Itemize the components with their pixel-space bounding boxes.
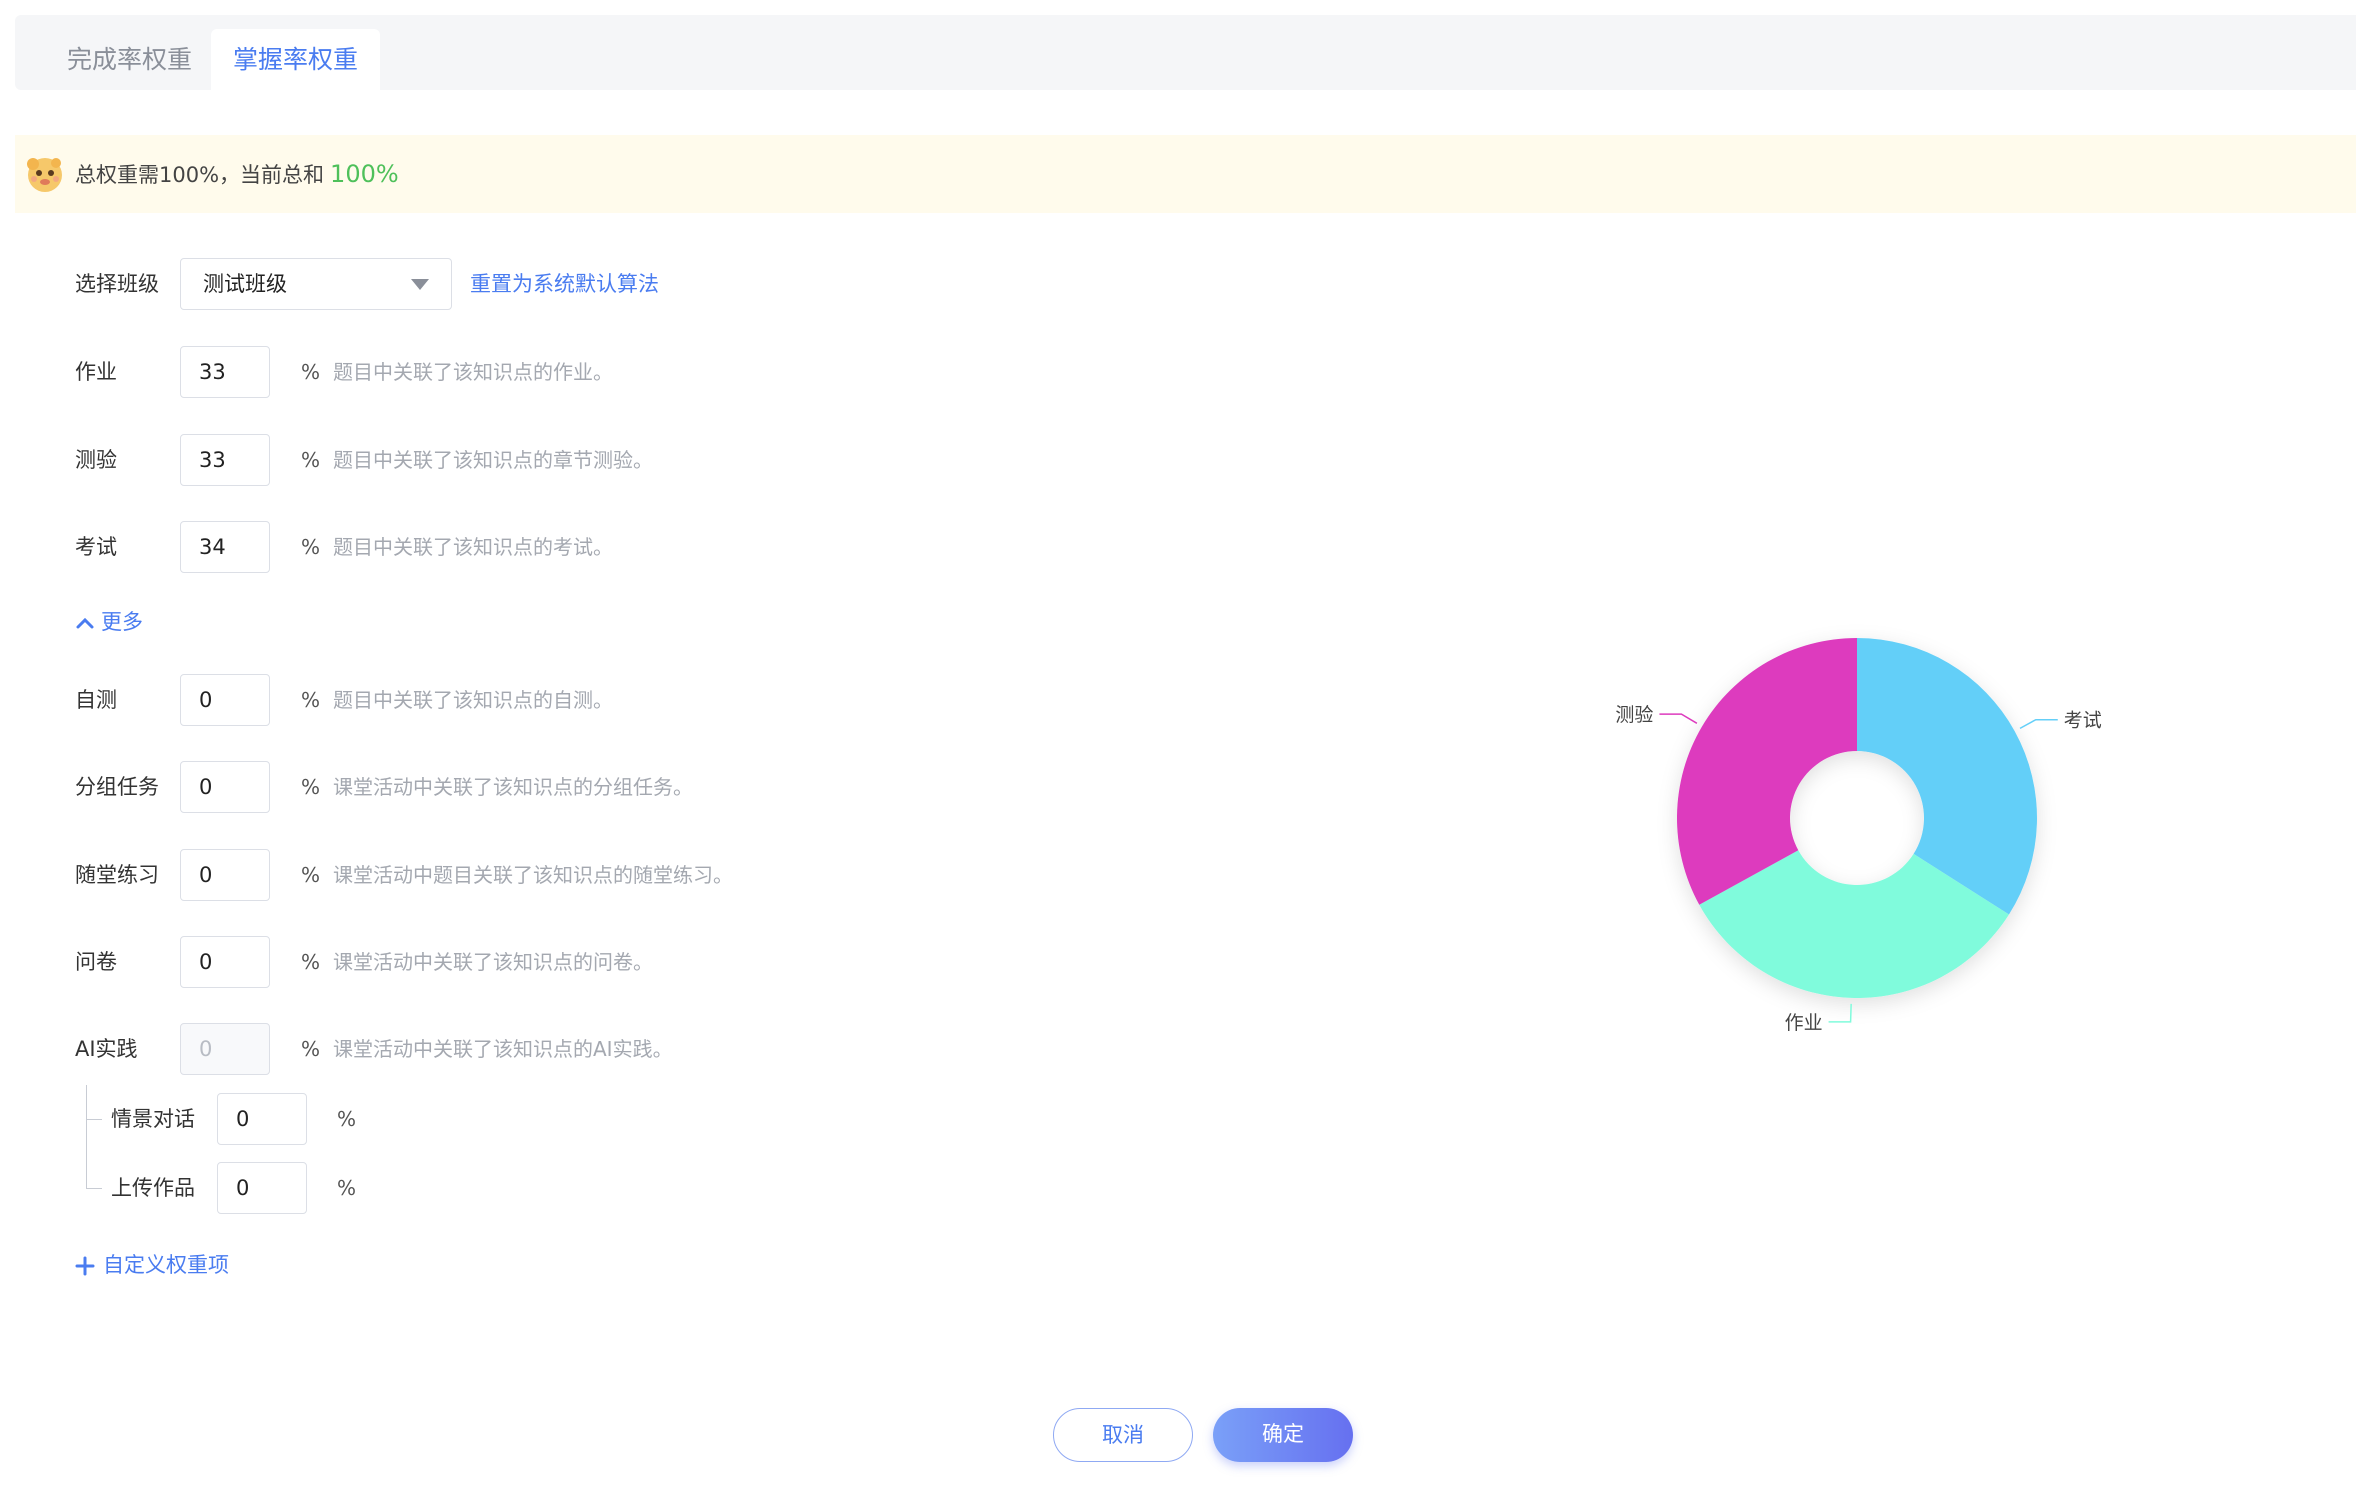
upload-work-weight-input[interactable]: [217, 1162, 307, 1214]
reset-default-link[interactable]: 重置为系统默认算法: [470, 258, 659, 310]
percent-unit: %: [337, 1176, 357, 1200]
mascot-icon: [27, 158, 62, 192]
weight-description: 课堂活动中关联了该知识点的AI实践。: [333, 1037, 673, 1061]
pie-slice: [1857, 638, 2037, 915]
percent-unit: %: [301, 950, 321, 974]
exam-weight-input[interactable]: [180, 521, 270, 573]
pie-slice: [1677, 638, 1857, 905]
scenario-dialogue-weight-input[interactable]: [217, 1093, 307, 1145]
percent-unit: %: [301, 448, 321, 472]
weight-label: 问卷: [75, 950, 117, 974]
weight-description: 题目中关联了该知识点的考试。: [333, 535, 613, 559]
slice-label: 测验: [1615, 704, 1653, 726]
slice-label: 考试: [2064, 710, 2102, 732]
notice-bar: 总权重需100%，当前总和 100%: [15, 135, 2356, 213]
notice-text: 总权重需100%，当前总和 100%: [75, 135, 399, 214]
questionnaire-weight-input[interactable]: [180, 936, 270, 988]
confirm-button[interactable]: 确定: [1213, 1408, 1353, 1462]
percent-unit: %: [301, 775, 321, 799]
weight-description: 课堂活动中关联了该知识点的问卷。: [333, 950, 653, 974]
percent-unit: %: [301, 688, 321, 712]
label-leader-line: [2019, 718, 2058, 730]
weight-label: 情景对话: [111, 1107, 195, 1131]
weight-label: 上传作品: [111, 1176, 195, 1200]
cancel-button[interactable]: 取消: [1053, 1408, 1193, 1462]
chevron-up-icon: [76, 617, 94, 629]
tree-connector: [86, 1085, 87, 1189]
tree-connector: [86, 1119, 102, 1120]
tree-connector: [86, 1188, 102, 1189]
class-select[interactable]: 测试班级: [180, 258, 452, 310]
group-task-weight-input[interactable]: [180, 761, 270, 813]
more-toggle-label: 更多: [101, 610, 143, 634]
weight-label: 分组任务: [75, 775, 159, 799]
weight-label: 考试: [75, 535, 117, 559]
weight-description: 题目中关联了该知识点的自测。: [333, 688, 613, 712]
percent-unit: %: [337, 1107, 357, 1131]
percent-unit: %: [301, 535, 321, 559]
weight-donut-chart: 考试作业 测验: [1615, 638, 2102, 1034]
add-custom-weight-label: 自定义权重项: [103, 1253, 229, 1277]
in-class-practice-weight-input[interactable]: [180, 849, 270, 901]
notice-message: 总权重需100%，当前总和: [75, 163, 325, 187]
self-test-weight-input[interactable]: [180, 674, 270, 726]
add-custom-weight-button[interactable]: 自定义权重项: [75, 1250, 229, 1280]
weight-label: 随堂练习: [75, 863, 159, 887]
percent-unit: %: [301, 1037, 321, 1061]
ai-practice-weight-input: [180, 1023, 270, 1075]
weight-description: 课堂活动中关联了该知识点的分组任务。: [333, 775, 693, 799]
tab-completion-weight[interactable]: 完成率权重: [45, 29, 214, 90]
label-leader-line: [1659, 713, 1698, 724]
weight-label: AI实践: [75, 1037, 138, 1061]
quiz-weight-input[interactable]: [180, 434, 270, 486]
tabs-bar: 完成率权重 掌握率权重: [15, 15, 2356, 90]
weight-description: 题目中关联了该知识点的章节测验。: [333, 448, 653, 472]
percent-unit: %: [301, 360, 321, 384]
notice-total: 100%: [330, 160, 399, 188]
label-leader-line: [1828, 1003, 1852, 1023]
weight-label: 测验: [75, 448, 117, 472]
tab-mastery-weight[interactable]: 掌握率权重: [211, 29, 381, 90]
class-select-label: 选择班级: [75, 272, 159, 296]
homework-weight-input[interactable]: [180, 346, 270, 398]
caret-down-icon: [411, 279, 429, 290]
weight-description: 题目中关联了该知识点的作业。: [333, 360, 613, 384]
more-toggle[interactable]: 更多: [75, 607, 143, 637]
plus-icon: [75, 1256, 95, 1276]
class-select-value: 测试班级: [203, 272, 287, 296]
slice-label: 作业: [1785, 1012, 1823, 1034]
percent-unit: %: [301, 863, 321, 887]
weight-description: 课堂活动中题目关联了该知识点的随堂练习。: [333, 863, 733, 887]
weight-label: 作业: [75, 360, 117, 384]
weight-label: 自测: [75, 688, 117, 712]
